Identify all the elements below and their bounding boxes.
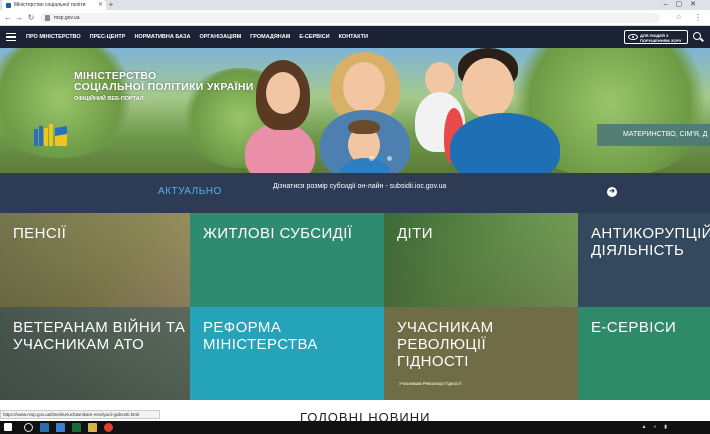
father-face: [462, 58, 514, 118]
site-nav: ПРО МІНІСТЕРСТВО ПРЕС-ЦЕНТР НОРМАТИВНА Б…: [0, 26, 710, 48]
new-tab-button[interactable]: +: [106, 0, 116, 10]
tile-pensions[interactable]: ПЕНСІЇ: [0, 213, 190, 307]
tile-ministry-reform[interactable]: РЕФОРМА МІНІСТЕРСТВА: [190, 307, 384, 400]
vision-label-2: ПОРУШЕННЯМ ЗОРУ: [640, 38, 682, 43]
close-tab-icon[interactable]: ✕: [98, 0, 103, 10]
main-menu: ПРО МІНІСТЕРСТВО ПРЕС-ЦЕНТР НОРМАТИВНА Б…: [26, 26, 368, 48]
slider-dots: [369, 156, 392, 161]
url-input[interactable]: msp.gov.ua: [40, 13, 660, 23]
word-icon[interactable]: [56, 423, 65, 432]
forward-icon[interactable]: →: [14, 12, 24, 24]
tile-title: ПЕНСІЇ: [13, 225, 67, 242]
slider-dot[interactable]: [387, 156, 392, 161]
favicon-icon: [6, 3, 11, 8]
chrome-icon[interactable]: [104, 423, 113, 432]
tile-title: ВЕТЕРАНАМ ВІЙНИ ТА УЧАСНИКАМ АТО: [13, 319, 186, 353]
tile-title: УЧАСНИКАМ РЕВОЛЮЦІЇ ГІДНОСТІ: [397, 319, 494, 370]
slide-caption-button[interactable]: МАТЕРИНСТВО, СІМ'Я, Д: [597, 124, 710, 146]
girl-figure: [245, 123, 315, 173]
tile-title: РЕФОРМА МІНІСТЕРСТВА: [203, 319, 318, 353]
search-icon[interactable]: [693, 32, 701, 40]
lock-icon: [45, 15, 50, 21]
search-icon[interactable]: [24, 423, 33, 432]
nav-item-press[interactable]: ПРЕС-ЦЕНТР: [90, 34, 126, 40]
task-view-icon[interactable]: [40, 423, 49, 432]
ticker-message-link[interactable]: Дізнатися розмір субсидії он-лайн - subs…: [273, 183, 446, 190]
window-controls[interactable]: –▢✕: [664, 0, 704, 10]
ticker-label: АКТУАЛЬНО: [158, 186, 222, 197]
address-bar: ← → ↻ msp.gov.ua ☆ ⋮: [0, 10, 710, 26]
nav-item-about[interactable]: ПРО МІНІСТЕРСТВО: [26, 34, 81, 40]
news-ticker: АКТУАЛЬНО Дізнатися розмір субсидії он-л…: [0, 173, 710, 213]
tile-title: ДІТИ: [397, 225, 433, 242]
boy-hair: [348, 120, 380, 134]
browser-tab[interactable]: Міністерство соціальної політи ✕: [2, 0, 106, 10]
ticker-next-icon[interactable]: ➜: [607, 187, 617, 197]
slider-dot-active[interactable]: [378, 156, 383, 161]
nav-item-citizens[interactable]: ГРОМАДЯНАМ: [250, 34, 290, 40]
browser-tab-title: Міністерство соціальної політи: [14, 2, 86, 8]
bookmark-star-icon[interactable]: ☆: [676, 12, 682, 24]
status-bar-url: https://www.msp.gov.ua/timeline/uchasnik…: [0, 410, 160, 419]
girl-face: [266, 72, 300, 114]
tile-title: АНТИКОРУПЦІЙ ДІЯЛЬНІСТЬ: [591, 225, 710, 259]
tile-veterans[interactable]: ВЕТЕРАНАМ ВІЙНИ ТА УЧАСНИКАМ АТО: [0, 307, 190, 400]
site-subtitle: ОФІЦІЙНИЙ ВЕБ-ПОРТАЛ: [74, 96, 144, 102]
browser-tab-bar: Міністерство соціальної політи ✕ + –▢✕: [0, 0, 710, 10]
mother-face: [343, 62, 385, 112]
nav-item-legal[interactable]: НОРМАТИВНА БАЗА: [134, 34, 190, 40]
nav-item-organizations[interactable]: ОРГАНІЗАЦІЯМ: [199, 34, 241, 40]
hero-banner: МІНІСТЕРСТВО СОЦІАЛЬНОЇ ПОЛІТИКИ УКРАЇНИ…: [0, 48, 710, 173]
page: Міністерство соціальної політи ✕ + –▢✕ ←…: [0, 0, 710, 434]
windows-start-icon[interactable]: [4, 423, 12, 431]
tile-subtitle: Учасникам Революції Гідності: [399, 381, 462, 386]
tile-title: Е-СЕРВІСИ: [591, 319, 677, 336]
tile-children[interactable]: ДІТИ: [384, 213, 578, 307]
tile-housing-subsidies[interactable]: ЖИТЛОВІ СУБСИДІЇ: [190, 213, 384, 307]
back-icon[interactable]: ←: [3, 12, 13, 24]
hamburger-menu-icon[interactable]: [6, 33, 16, 41]
file-explorer-icon[interactable]: [88, 423, 97, 432]
reload-icon[interactable]: ↻: [26, 12, 36, 24]
excel-icon[interactable]: [72, 423, 81, 432]
vision-impaired-button[interactable]: ДЛЯ ЛЮДЕЙ З ПОРУШЕННЯМ ЗОРУ: [624, 30, 688, 44]
background-foliage: [0, 48, 140, 158]
eye-icon: [628, 34, 638, 40]
site-title-line2: СОЦІАЛЬНОЇ ПОЛІТИКИ УКРАЇНИ: [74, 81, 254, 93]
tile-anticorruption[interactable]: АНТИКОРУПЦІЙ ДІЯЛЬНІСТЬ: [578, 213, 710, 307]
system-tray[interactable]: ▲ ◐ ▮: [642, 424, 671, 430]
tile-title: ЖИТЛОВІ СУБСИДІЇ: [203, 225, 353, 242]
toddler-face: [425, 62, 455, 96]
tile-revolution-participants[interactable]: УЧАСНИКАМ РЕВОЛЮЦІЇ ГІДНОСТІ Учасникам Р…: [384, 307, 578, 400]
ministry-logo-icon: [34, 124, 67, 146]
url-text: msp.gov.ua: [54, 15, 80, 21]
tile-eservices[interactable]: Е-СЕРВІСИ: [578, 307, 710, 400]
taskbar: ▲ ◐ ▮: [0, 421, 710, 434]
nav-item-contacts[interactable]: КОНТАКТИ: [339, 34, 368, 40]
browser-menu-icon[interactable]: ⋮: [694, 12, 702, 24]
nav-item-eservices[interactable]: Е-СЕРВІСИ: [299, 34, 329, 40]
slider-dot[interactable]: [369, 156, 374, 161]
